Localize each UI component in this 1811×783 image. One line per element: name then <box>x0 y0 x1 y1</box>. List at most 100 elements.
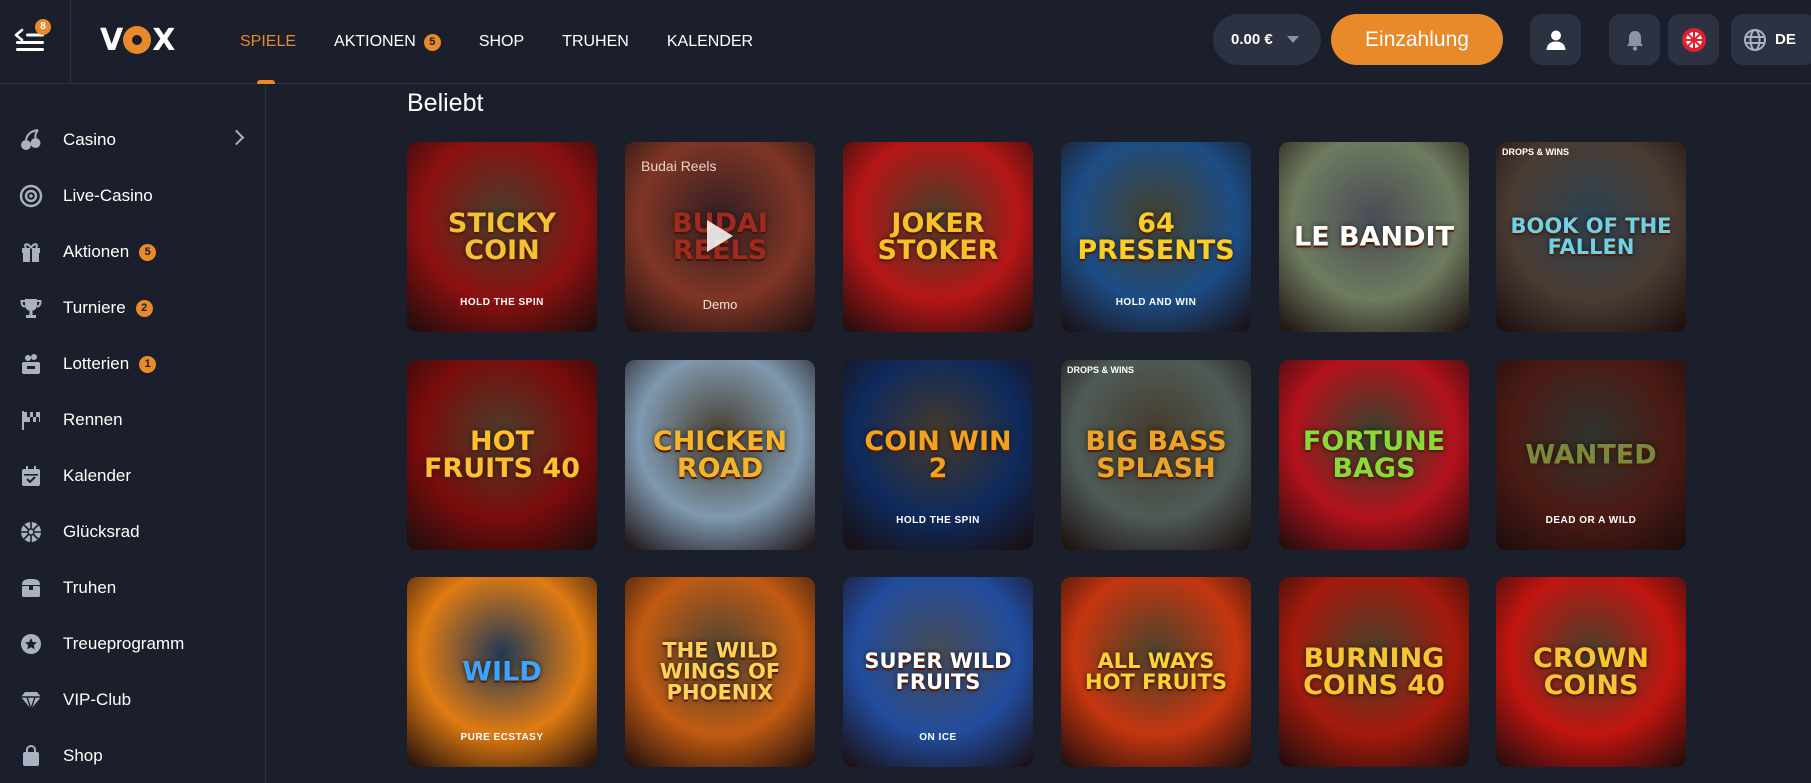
sidebar-item-kalender[interactable]: Kalender <box>0 451 266 501</box>
lottery-icon <box>19 352 43 376</box>
nav-label: AKTIONEN <box>334 33 416 50</box>
game-title: Sticky Coin <box>447 208 557 266</box>
sidebar-item-live-casino[interactable]: Live-Casino <box>0 171 266 221</box>
aktionen-count-badge: 5 <box>423 33 441 51</box>
game-title: Crown Coins <box>1533 643 1649 701</box>
sidebar-item-label: Aktionen <box>63 242 130 261</box>
sidebar-item-label: Live-Casino <box>63 186 153 205</box>
cherries-icon <box>19 128 43 152</box>
prize-wheel-icon <box>1681 27 1706 52</box>
game-tile[interactable]: Sticky Coin Hold the Spin <box>407 142 597 332</box>
game-tile[interactable]: Chicken Road <box>625 360 815 550</box>
game-title: Super Wild Fruits <box>864 649 1012 694</box>
deposit-button[interactable]: Einzahlung <box>1331 14 1503 65</box>
nav-aktionen[interactable]: AKTIONEN 5 <box>334 0 441 84</box>
calendar-icon <box>19 464 43 488</box>
game-title: Le Bandit <box>1294 221 1454 253</box>
nav-shop[interactable]: SHOP <box>479 0 524 84</box>
chevron-down-icon <box>1286 36 1299 43</box>
sidebar-item-label: Treueprogramm <box>63 634 185 653</box>
game-tile[interactable]: Joker Stoker <box>843 142 1033 332</box>
balance-value: 0.00 € <box>1231 31 1273 48</box>
hover-game-title: Budai Reels <box>641 158 717 174</box>
game-tile[interactable]: DROPS & WINS Book of the Fallen <box>1496 142 1686 332</box>
sidebar-item-label: Truhen <box>63 578 117 597</box>
sidebar-item-label: Turniere <box>63 298 126 317</box>
notifications-button[interactable] <box>1609 14 1660 65</box>
language-selector[interactable]: DE <box>1731 14 1811 65</box>
drops-wins-badge: DROPS & WINS <box>1067 365 1135 375</box>
sidebar-item-label: Kalender <box>63 466 132 485</box>
game-tile[interactable]: Wanted Dead or a Wild <box>1496 360 1686 550</box>
game-subtitle: Hold the Spin <box>896 515 980 526</box>
turniere-count-badge: 2 <box>135 299 153 317</box>
sidebar-item-gluecksrad[interactable]: Glücksrad <box>0 507 266 557</box>
game-title: Fortune Bags <box>1302 426 1446 484</box>
sidebar-item-treueprogramm[interactable]: Treueprogramm <box>0 619 266 669</box>
sidebar-item-lotterien[interactable]: Lotterien 1 <box>0 339 266 389</box>
game-tile[interactable]: The Wild Wings of Phoenix <box>625 577 815 767</box>
sidebar-item-vip-club[interactable]: VIP-Club <box>0 675 266 725</box>
menu-toggle-button[interactable]: 8 <box>0 0 71 84</box>
game-subtitle: Hold and Win <box>1115 297 1197 308</box>
game-title: Coin Win 2 <box>864 426 1012 484</box>
drops-wins-badge: DROPS & WINS <box>1502 147 1570 157</box>
play-icon[interactable] <box>707 220 733 252</box>
top-header: 8 VX SPIELE AKTIONEN 5 SHOP TRUHEN KALEND… <box>0 0 1811 84</box>
diamond-icon <box>19 688 43 712</box>
wheel-icon <box>19 520 43 544</box>
profile-button[interactable] <box>1530 14 1581 65</box>
demo-link[interactable]: Demo <box>625 297 815 312</box>
game-tile[interactable]: Burning Coins 40 <box>1279 577 1469 767</box>
roulette-icon <box>19 184 43 208</box>
globe-icon <box>1744 28 1766 51</box>
vox-logo[interactable]: VX <box>100 22 175 58</box>
chevron-right-icon <box>228 129 245 146</box>
game-tile[interactable]: Super Wild Fruits On Ice <box>843 577 1033 767</box>
game-title: All Ways Hot Fruits <box>1085 649 1227 694</box>
game-title: Hot Fruits 40 <box>423 426 581 484</box>
nav-kalender[interactable]: KALENDER <box>667 0 753 84</box>
chest-icon <box>19 576 43 600</box>
main-nav: SPIELE AKTIONEN 5 SHOP TRUHEN KALENDER <box>240 0 753 84</box>
sidebar-item-shop[interactable]: Shop <box>0 731 266 781</box>
game-title: Burning Coins 40 <box>1303 643 1445 701</box>
sidebar-item-casino[interactable]: Casino <box>0 115 266 165</box>
game-tile[interactable]: 64 Presents Hold and Win <box>1061 142 1251 332</box>
game-subtitle: Pure Ecstasy <box>460 732 544 743</box>
logo-letter-v: V <box>100 22 123 58</box>
sidebar-item-turniere[interactable]: Turniere 2 <box>0 283 266 333</box>
nav-spiele[interactable]: SPIELE <box>240 0 296 84</box>
game-title: 64 Presents <box>1077 208 1235 266</box>
game-tile[interactable]: Hot Fruits 40 <box>407 360 597 550</box>
bag-icon <box>19 744 43 768</box>
game-tile[interactable]: Fortune Bags <box>1279 360 1469 550</box>
game-tile[interactable]: Crown Coins <box>1496 577 1686 767</box>
nav-truhen[interactable]: TRUHEN <box>562 0 629 84</box>
game-title: The Wild Wings of Phoenix <box>659 638 781 705</box>
sidebar-item-aktionen[interactable]: Aktionen 5 <box>0 227 266 277</box>
aktionen-count-badge: 5 <box>139 243 157 261</box>
sidebar-item-label: Rennen <box>63 410 123 429</box>
gift-icon <box>19 240 43 264</box>
fortune-wheel-button[interactable] <box>1668 14 1719 65</box>
bell-icon <box>1626 30 1643 51</box>
nav-label: SPIELE <box>240 33 297 50</box>
game-subtitle: On Ice <box>919 732 957 743</box>
game-tile[interactable]: DROPS & WINS Big Bass Splash <box>1061 360 1251 550</box>
sidebar-item-label: Glücksrad <box>63 522 140 541</box>
game-tile[interactable]: All Ways Hot Fruits <box>1061 577 1251 767</box>
sidebar-item-label: Lotterien <box>63 354 130 373</box>
sidebar-item-rennen[interactable]: Rennen <box>0 395 266 445</box>
game-tile[interactable]: Wild Pure Ecstasy <box>407 577 597 767</box>
game-tile[interactable]: Le Bandit <box>1279 142 1469 332</box>
game-title: Big Bass Splash <box>1085 426 1227 484</box>
loyalty-icon <box>19 632 43 656</box>
sidebar-item-truhen[interactable]: Truhen <box>0 563 266 613</box>
game-title: Wanted <box>1525 439 1657 471</box>
sidebar-item-label: Casino <box>63 130 116 149</box>
logo-letter-x: X <box>152 22 175 58</box>
game-tile[interactable]: Budai Reels Budai Reels Demo <box>625 142 815 332</box>
game-tile[interactable]: Coin Win 2 Hold the Spin <box>843 360 1033 550</box>
balance-dropdown[interactable]: 0.00 € <box>1213 14 1321 65</box>
